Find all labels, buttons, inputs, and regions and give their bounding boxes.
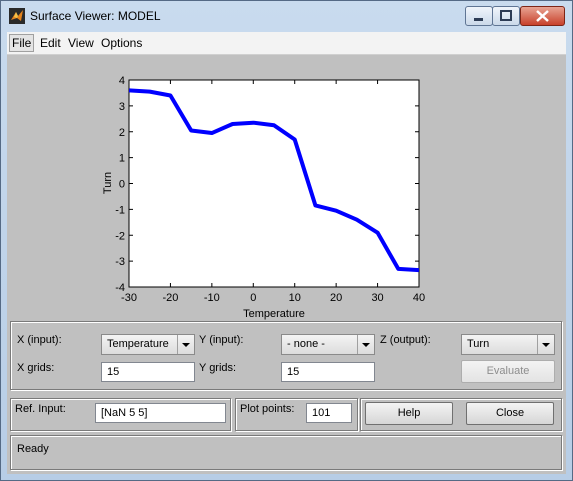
x-tick-label: 10 [289,292,301,304]
y-tick-label: 4 [119,75,125,87]
y-tick-label: 2 [119,127,125,139]
ref-input-label: Ref. Input: [15,403,66,415]
menu-options[interactable]: Options [99,35,144,51]
variable-panel: X (input): Temperature Y (input): - none… [10,321,562,390]
maximize-button[interactable] [492,6,520,26]
y-input-label: Y (input): [199,334,244,346]
window-title: Surface Viewer: MODEL [30,9,161,23]
y-tick-label: -1 [115,204,125,216]
menu-edit[interactable]: Edit [38,35,63,51]
x-tick-label: 0 [250,292,256,304]
y-tick-label: 3 [119,101,125,113]
close-button[interactable]: Close [466,402,554,425]
close-window-button[interactable] [520,6,565,26]
minimize-icon [474,18,483,21]
x-input-label: X (input): [17,334,62,346]
status-text: Ready [17,443,49,455]
plot-points-field[interactable]: 101 [306,403,352,423]
chevron-down-icon [357,335,370,354]
ref-input-panel: Ref. Input: [NaN 5 5] [10,398,231,431]
minimize-button[interactable] [465,6,493,26]
plot-points-label: Plot points: [240,403,295,415]
y-tick-label: 1 [119,153,125,165]
y-tick-label: 0 [119,179,125,191]
z-output-dropdown[interactable]: Turn [461,334,555,355]
maximize-icon [500,10,512,21]
y-axis-label: Turn [102,172,114,194]
plot-points-panel: Plot points: 101 [235,398,358,431]
chevron-down-icon [537,335,550,354]
x-tick-label: 40 [413,292,425,304]
x-grids-label: X grids: [17,362,55,374]
x-tick-label: 30 [371,292,383,304]
y-tick-label: -3 [115,256,125,268]
y-tick-label: -4 [115,282,125,294]
x-axis-label: Temperature [243,308,305,320]
buttons-panel: Help Close [360,398,562,431]
menu-file[interactable]: File [9,34,35,52]
menu-bar: File Edit View Options [7,32,566,55]
x-input-dropdown[interactable]: Temperature [101,334,195,355]
close-icon [536,10,549,22]
client-area: -30 -20 -10 0 10 20 30 40 4 3 2 1 0 -1 -2 -3 -4 Temperat… [7,55,566,474]
x-tick-label: 20 [330,292,342,304]
x-tick-label: -10 [204,292,220,304]
z-output-value: Turn [467,338,490,350]
ref-input-field[interactable]: [NaN 5 5] [95,403,226,423]
y-input-value: - none - [287,338,325,350]
y-input-dropdown[interactable]: - none - [281,334,375,355]
surface-viewer-window: Surface Viewer: MODEL File Edit View Opt… [0,0,573,481]
matlab-app-icon [9,8,25,24]
plot-axes-box [128,79,420,288]
surface-plot[interactable]: -30 -20 -10 0 10 20 30 4043210-1-2-3-4 Temperat… [7,55,566,320]
z-output-label: Z (output): [380,334,431,346]
help-button[interactable]: Help [365,402,453,425]
y-tick-label: -2 [115,230,125,242]
menu-view[interactable]: View [66,35,96,51]
x-input-value: Temperature [107,338,169,350]
chevron-down-icon [177,335,190,354]
title-bar[interactable]: Surface Viewer: MODEL [1,1,572,31]
y-grids-field[interactable]: 15 [281,362,375,382]
x-tick-label: -20 [162,292,178,304]
x-grids-field[interactable]: 15 [101,362,195,382]
y-grids-label: Y grids: [199,362,237,374]
evaluate-button[interactable]: Evaluate [461,360,555,383]
status-panel: Ready [10,435,562,470]
